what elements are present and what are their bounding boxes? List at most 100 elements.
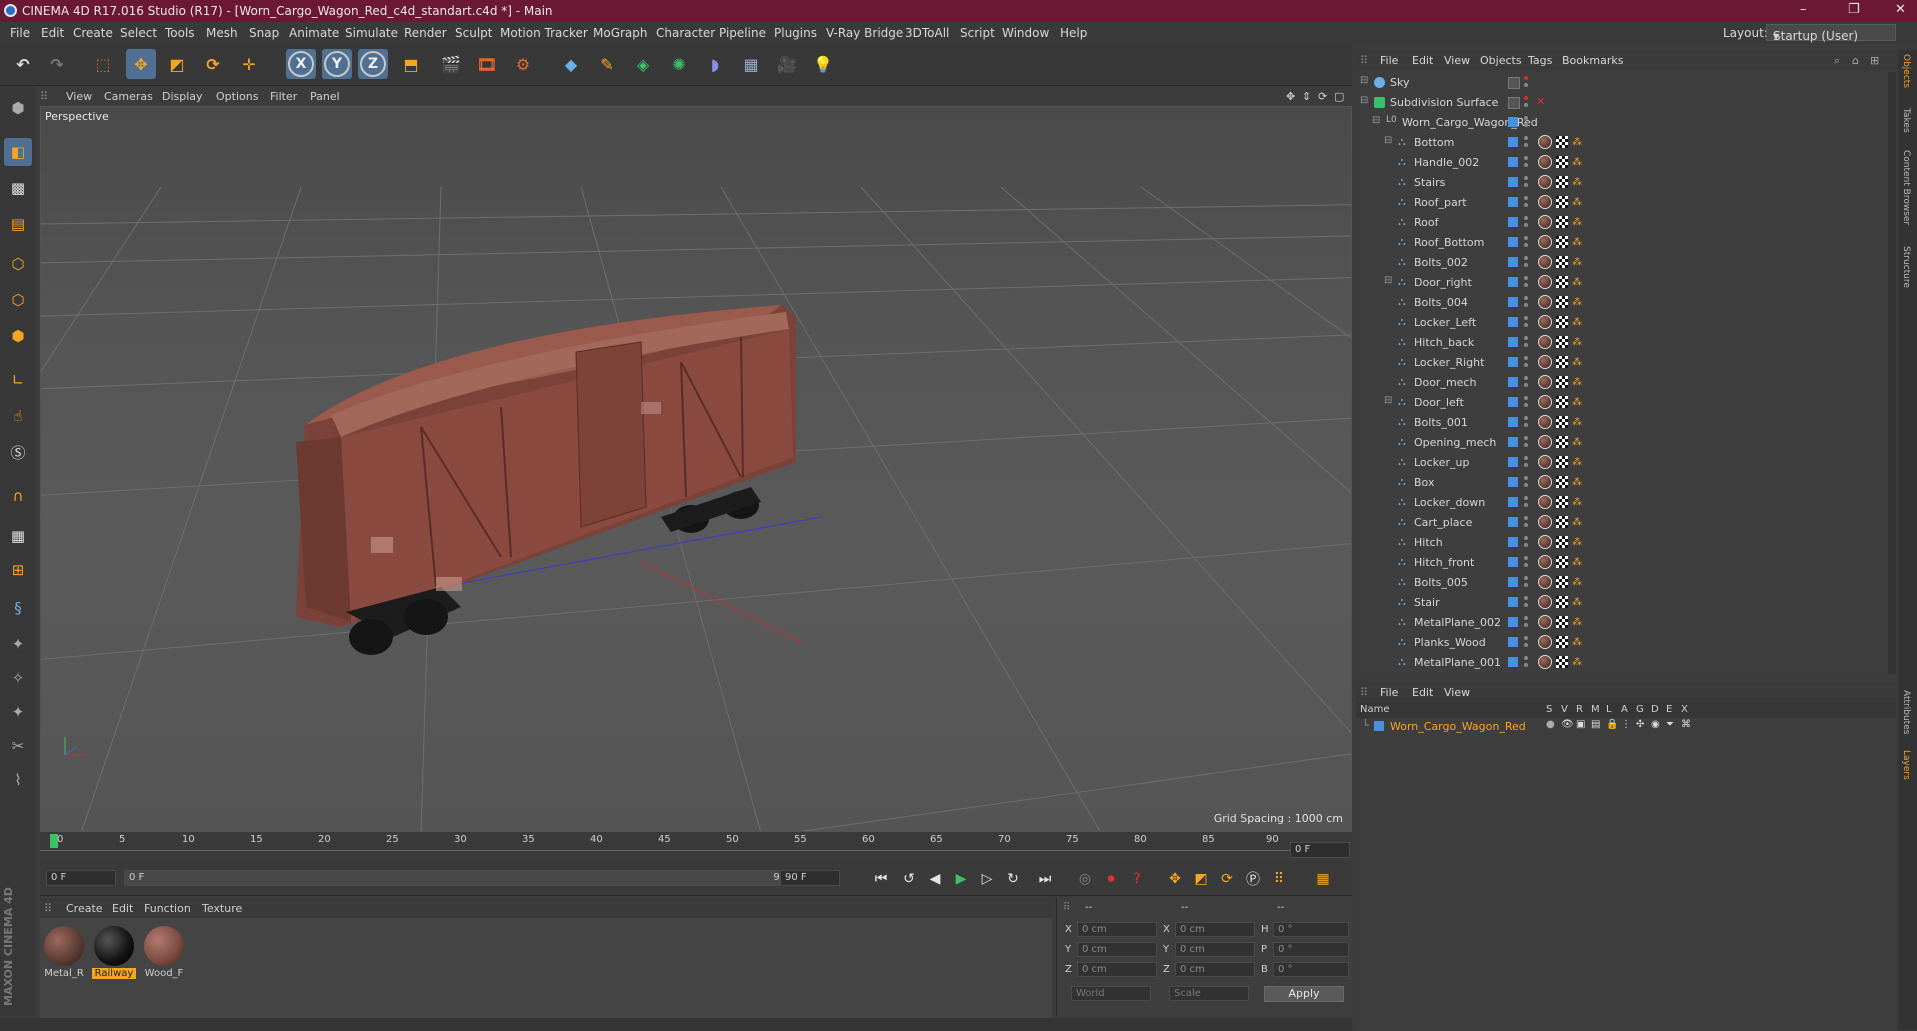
axis-mode-icon[interactable]: ∟: [4, 366, 32, 394]
editor-visibility-dot[interactable]: [1524, 116, 1528, 120]
key-position-icon[interactable]: ✥: [1164, 868, 1186, 890]
current-frame-field[interactable]: 0 F: [1290, 842, 1350, 858]
polygons-mode-icon[interactable]: ⬢: [4, 322, 32, 350]
object-row[interactable]: ⊟ ⛬ Bottom ⁂: [1356, 132, 1896, 152]
phong-tag-icon[interactable]: ⁂: [1572, 337, 1582, 348]
layer-color-swatch[interactable]: [1508, 557, 1518, 567]
editor-visibility-dot[interactable]: [1524, 76, 1528, 80]
key-scale-icon[interactable]: ◩: [1190, 868, 1212, 890]
uvw-tag-icon[interactable]: [1556, 436, 1568, 448]
uvw-tag-icon[interactable]: [1556, 236, 1568, 248]
menu-animate[interactable]: Animate: [289, 26, 339, 40]
object-row[interactable]: ⊟ L0 Worn_Cargo_Wagon_Red: [1356, 112, 1896, 132]
make-editable-icon[interactable]: ⬢: [4, 94, 32, 122]
render-visibility-dot[interactable]: [1524, 623, 1528, 627]
editor-visibility-dot[interactable]: [1524, 156, 1528, 160]
uvw-tag-icon[interactable]: [1556, 656, 1568, 668]
edit-toggle-icon[interactable]: [1508, 77, 1520, 89]
layer-col-solo[interactable]: S: [1546, 704, 1552, 715]
expand-collapse-icon[interactable]: ⊟: [1360, 95, 1368, 106]
viewport-menu-options[interactable]: Options: [216, 90, 258, 103]
om-menu-tags[interactable]: Tags: [1528, 54, 1552, 67]
coordinate-system-icon[interactable]: ⬒: [396, 49, 426, 79]
render-visibility-dot[interactable]: [1524, 183, 1528, 187]
layer-color-swatch[interactable]: [1508, 437, 1518, 447]
phong-tag-icon[interactable]: ⁂: [1572, 257, 1582, 268]
material-tag-icon[interactable]: [1538, 375, 1552, 389]
menu-plugins[interactable]: Plugins: [774, 26, 817, 40]
phong-tag-icon[interactable]: ⁂: [1572, 177, 1582, 188]
workplane-grid-icon[interactable]: ▦: [4, 522, 32, 550]
phong-tag-icon[interactable]: ⁂: [1572, 657, 1582, 668]
menu-select[interactable]: Select: [120, 26, 157, 40]
size-x-field[interactable]: 0 cm: [1175, 922, 1255, 937]
layer-col-deformers[interactable]: D: [1651, 704, 1659, 715]
layer-color-swatch[interactable]: [1374, 721, 1384, 731]
om-menu-bookmarks[interactable]: Bookmarks: [1562, 54, 1623, 67]
prev-frame-icon[interactable]: ◀: [924, 868, 946, 890]
material-tag-icon[interactable]: [1538, 415, 1552, 429]
next-key-icon[interactable]: ↻: [1002, 868, 1024, 890]
layer-col-generators[interactable]: G: [1636, 704, 1644, 715]
deformer-icon[interactable]: ◗: [700, 49, 730, 79]
material-tag-icon[interactable]: [1538, 235, 1552, 249]
material-tag-icon[interactable]: [1538, 355, 1552, 369]
om-menu-objects[interactable]: Objects: [1480, 54, 1522, 67]
layer-color-swatch[interactable]: [1508, 217, 1518, 227]
play-icon[interactable]: ▶: [950, 868, 972, 890]
phong-tag-icon[interactable]: ⁂: [1572, 417, 1582, 428]
phong-tag-icon[interactable]: ⁂: [1572, 637, 1582, 648]
scale-mode-select[interactable]: Scale: [1169, 986, 1249, 1001]
layer-color-swatch[interactable]: [1508, 577, 1518, 587]
layer-col-animation[interactable]: A: [1621, 704, 1628, 715]
3d-viewport[interactable]: Perspective Grid Spacing: 1000 cm: [40, 106, 1352, 832]
editor-visibility-dot[interactable]: [1524, 556, 1528, 560]
editor-visibility-dot[interactable]: [1524, 416, 1528, 420]
menu-render[interactable]: Render: [404, 26, 447, 40]
material-tag-icon[interactable]: [1538, 335, 1552, 349]
layer-color-swatch[interactable]: [1508, 417, 1518, 427]
uvw-tag-icon[interactable]: [1556, 196, 1568, 208]
expression-toggle-icon[interactable]: ⏷: [1666, 719, 1674, 730]
render-visibility-dot[interactable]: [1524, 283, 1528, 287]
object-row[interactable]: ⛬ Bolts_004 ⁂: [1356, 292, 1896, 312]
render-visibility-dot[interactable]: [1524, 223, 1528, 227]
deformer-toggle-icon[interactable]: ◉: [1651, 719, 1660, 730]
uvw-tag-icon[interactable]: [1556, 396, 1568, 408]
editor-visibility-dot[interactable]: [1524, 596, 1528, 600]
phong-tag-icon[interactable]: ⁂: [1572, 197, 1582, 208]
phong-tag-icon[interactable]: ⁂: [1572, 557, 1582, 568]
material-tag-icon[interactable]: [1538, 175, 1552, 189]
layer-color-swatch[interactable]: [1508, 517, 1518, 527]
object-row[interactable]: ⛬ MetalPlane_001 ⁂: [1356, 652, 1896, 672]
material-tag-icon[interactable]: [1538, 215, 1552, 229]
position-x-field[interactable]: 0 cm: [1077, 922, 1157, 937]
brush-tool-icon[interactable]: ✧: [4, 664, 32, 692]
object-row[interactable]: ⛬ Planks_Wood ⁂: [1356, 632, 1896, 652]
layer-color-swatch[interactable]: [1508, 297, 1518, 307]
render-visibility-dot[interactable]: [1524, 543, 1528, 547]
editor-visibility-dot[interactable]: [1524, 396, 1528, 400]
editor-visibility-dot[interactable]: [1524, 576, 1528, 580]
layer-color-swatch[interactable]: [1508, 317, 1518, 327]
expand-collapse-icon[interactable]: ⊟: [1372, 115, 1380, 126]
position-y-field[interactable]: 0 cm: [1077, 942, 1157, 957]
render-visibility-dot[interactable]: [1524, 83, 1528, 87]
object-row[interactable]: ⛬ Handle_002 ⁂: [1356, 152, 1896, 172]
expand-collapse-icon[interactable]: ⊟: [1360, 75, 1368, 86]
material-tag-icon[interactable]: [1538, 395, 1552, 409]
viewport-menu-filter[interactable]: Filter: [270, 90, 297, 103]
uvw-tag-icon[interactable]: [1556, 616, 1568, 628]
material-tag-icon[interactable]: [1538, 275, 1552, 289]
editor-visibility-dot[interactable]: [1524, 316, 1528, 320]
uvw-tag-icon[interactable]: [1556, 216, 1568, 228]
material-menu-texture[interactable]: Texture: [202, 902, 242, 915]
object-row[interactable]: ⛬ Stair ⁂: [1356, 592, 1896, 612]
phong-tag-icon[interactable]: ⁂: [1572, 297, 1582, 308]
editor-visibility-dot[interactable]: [1524, 516, 1528, 520]
uvw-tag-icon[interactable]: [1556, 296, 1568, 308]
uvw-tag-icon[interactable]: [1556, 416, 1568, 428]
z-axis-lock-button[interactable]: Z: [358, 49, 388, 79]
layer-color-swatch[interactable]: [1508, 537, 1518, 547]
phong-tag-icon[interactable]: ⁂: [1572, 517, 1582, 528]
